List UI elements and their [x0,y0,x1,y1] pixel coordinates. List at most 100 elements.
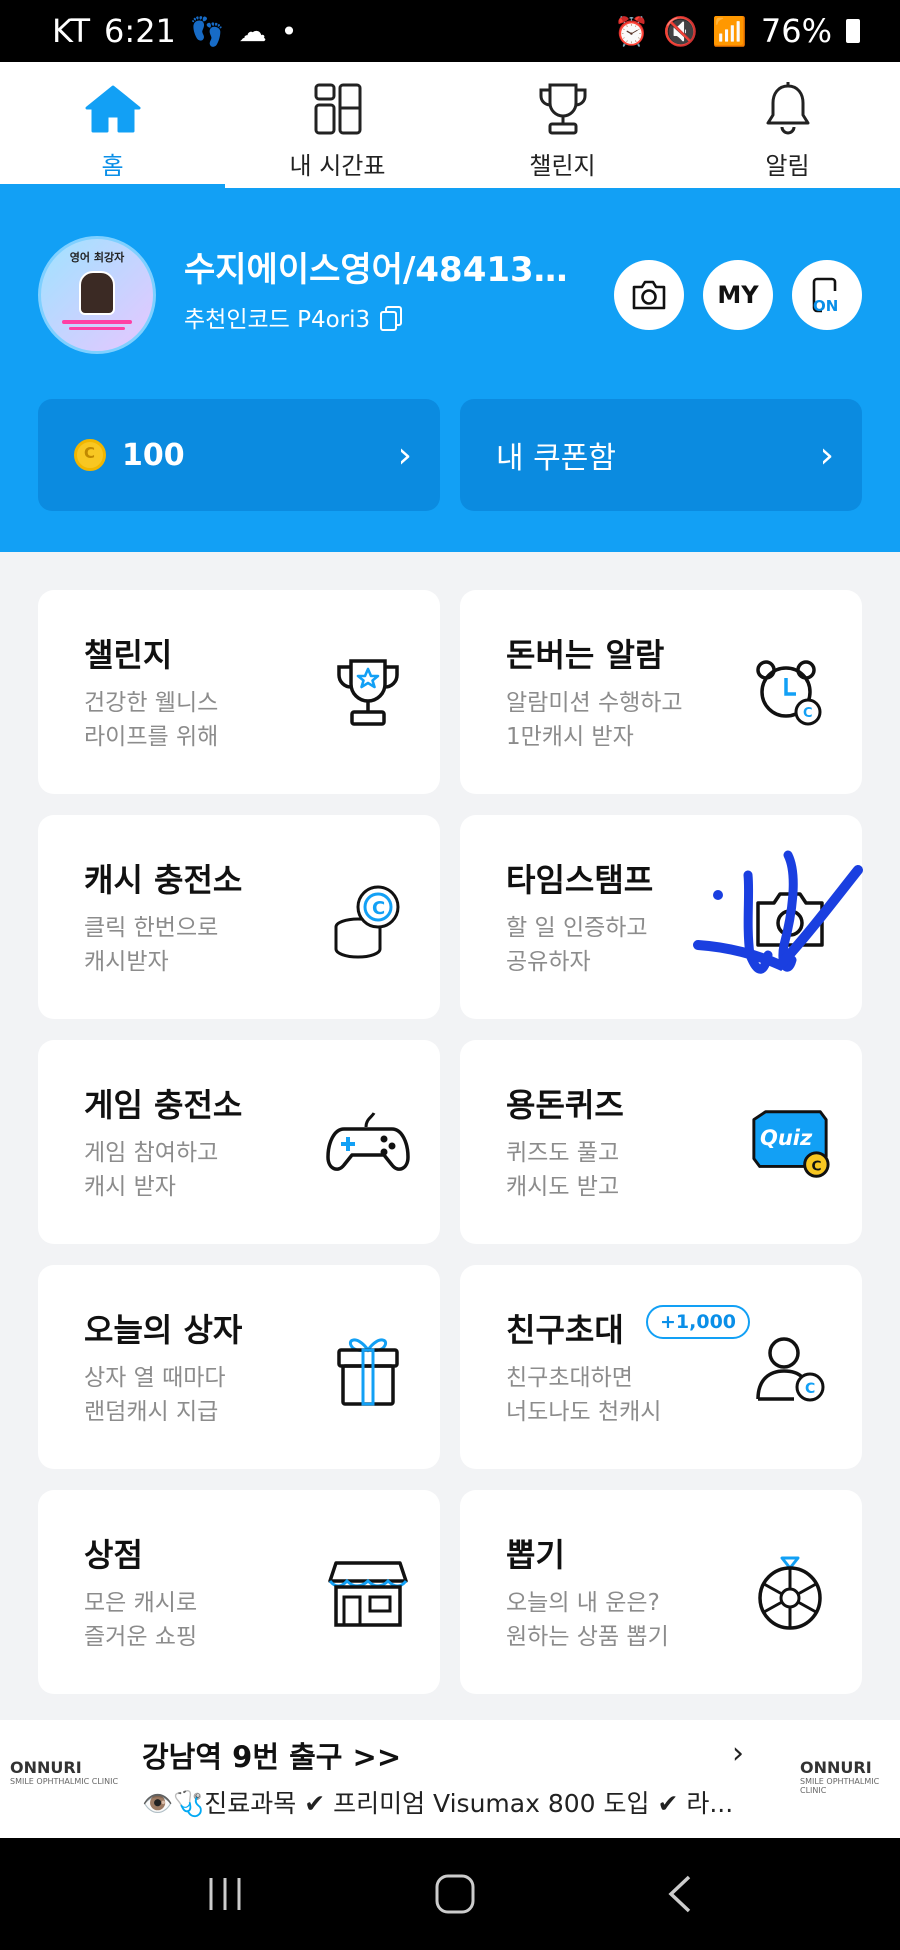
tab-label: 홈 [101,152,124,180]
card-desc: 클릭 한번으로캐시받자 [84,911,314,979]
timetable-icon [313,78,363,140]
tab-timetable[interactable]: 내 시간표 [225,62,450,188]
gift-box-icon [326,1327,410,1411]
mute-icon: 🔇 [663,14,698,48]
quiz-icon-text: Quiz [760,1126,813,1150]
card-title: 상점 [84,1536,143,1574]
card-daily-box[interactable]: 오늘의 상자 상자 열 때마다랜덤캐시 지급 [38,1265,440,1469]
tab-label: 알림 [765,152,810,180]
svg-text:C: C [811,1158,821,1174]
back-icon[interactable] [665,1874,695,1914]
chevron-right-icon: › [819,434,834,476]
card-allowance-quiz[interactable]: 용돈퀴즈 퀴즈도 풀고캐시도 받고 C Quiz [460,1040,862,1244]
card-invite-friend[interactable]: 친구초대 +1,000 친구초대하면 너도나도 천캐시 C [460,1265,862,1469]
tab-notifications[interactable]: 알림 [675,62,900,188]
ad-logo-text: ONNURI [800,1758,872,1777]
svg-text:C: C [803,706,813,721]
home-nav-icon[interactable] [434,1873,476,1915]
tab-home[interactable]: 홈 [0,62,225,188]
copy-icon[interactable] [380,306,403,331]
quiz-icon: C Quiz [748,1102,832,1186]
tab-label: 내 시간표 [289,152,386,180]
camera-button[interactable] [614,260,684,330]
card-title: 친구초대 [506,1311,624,1349]
card-desc-line: 캐시도 받고 [506,1174,620,1200]
ad-logo-subtext: SMILE OPHTHALMIC CLINIC [10,1777,119,1786]
card-desc: 모은 캐시로 즐거운 쇼핑 [84,1586,314,1654]
card-desc: 게임 참여하고캐시 받자 [84,1136,314,1204]
card-desc-line: 게임 참여하고 [84,1140,219,1166]
avatar-caption: 영어 최강자 [69,251,125,264]
card-desc-line: 오늘의 내 운은? [506,1590,660,1616]
invite-friend-icon: C [748,1327,832,1411]
card-desc-line: 캐시 받자 [84,1174,176,1200]
card-desc-line: 퀴즈도 풀고 [506,1140,620,1166]
my-button-label: MY [717,281,759,309]
card-desc-line: 1만캐시 받자 [506,724,634,750]
card-desc: 상자 열 때마다랜덤캐시 지급 [84,1361,314,1429]
top-tab-bar: 홈 내 시간표 챌린지 알림 [0,62,900,188]
clock-time: 6:21 [104,12,176,50]
ad-banner[interactable]: ONNURI SMILE OPHTHALMIC CLINIC 강남역 9번 출구… [0,1720,900,1838]
battery-level: 76% [760,12,832,50]
ad-logo-subtext: SMILE OPHTHALMIC CLINIC [800,1777,880,1795]
status-right: ⏰ 🔇 📶 76% [614,12,860,50]
tab-challenge[interactable]: 챌린지 [450,62,675,188]
system-navigation-bar [0,1838,900,1950]
dot-icon: • [280,14,298,48]
card-desc-line: 상자 열 때마다 [84,1365,226,1391]
ad-title: 강남역 9번 출구 >> [142,1740,402,1774]
avatar-decoration [69,327,125,330]
coin-stack-icon: C [326,877,410,961]
profile-header: 영어 최강자 수지에이스영어/484133… 추천인코드 P4ori3 MY O… [0,188,900,552]
ad-logo-left: ONNURI SMILE OPHTHALMIC CLINIC [10,1758,118,1786]
card-timestamp[interactable]: 타임스탬프 할 일 인증하고 공유하자 [460,815,863,1019]
status-bar: KT 6:21 👣 ☁ • ⏰ 🔇 📶 76% [0,0,900,62]
card-desc-line: 너도나도 천캐시 [506,1399,662,1425]
card-desc-line: 캐시받자 [84,949,169,975]
bell-icon [764,78,812,140]
card-desc-line: 라이프를 위해 [84,724,219,750]
card-lucky-draw[interactable]: 뽑기 오늘의 내 운은? 원하는 상품 뽑기 [460,1490,862,1694]
recent-apps-icon[interactable] [205,1876,245,1912]
card-desc: 알람미션 수행하고 1만캐시 받자 [506,686,736,754]
card-store[interactable]: 상점 모은 캐시로 즐거운 쇼핑 [38,1490,440,1694]
reward-badge: +1,000 [646,1305,751,1339]
card-desc: 건강한 웰니스 라이프를 위해 [84,686,314,754]
coupon-box-label: 내 쿠폰함 [496,441,616,476]
card-title: 타임스탬프 [506,861,654,899]
trophy-star-icon [326,652,410,736]
card-title: 게임 충전소 [84,1086,243,1124]
card-challenge[interactable]: 챌린지 건강한 웰니스 라이프를 위해 [38,590,440,794]
card-desc-line: 클릭 한번으로 [84,915,219,941]
referral-code: 추천인코드 P4ori3 [184,307,371,333]
card-game-station[interactable]: 게임 충전소 게임 참여하고캐시 받자 [38,1040,440,1244]
card-desc-line: 알람미션 수행하고 [506,690,683,716]
wifi-icon: 📶 [712,14,747,48]
my-button[interactable]: MY [703,260,773,330]
user-name: 수지에이스영어/484133… [184,250,584,290]
trophy-icon [536,78,590,140]
card-cash-station[interactable]: 캐시 충전소 클릭 한번으로 캐시받자 C [38,815,440,1019]
cash-balance: 100 [122,437,185,473]
card-title: 용돈퀴즈 [506,1086,624,1124]
card-title: 뽑기 [506,1536,565,1574]
card-desc-line: 랜덤캐시 지급 [84,1399,219,1425]
card-desc: 오늘의 내 운은? 원하는 상품 뽑기 [506,1586,736,1654]
card-desc-line: 모은 캐시로 [84,1590,198,1616]
lockscreen-toggle-button[interactable]: ON [792,260,862,330]
coupon-box-button[interactable]: 내 쿠폰함 › [460,399,862,511]
avatar[interactable]: 영어 최강자 [38,236,156,354]
alarm-clock-icon: C [748,652,832,736]
card-title: 돈버는 알람 [506,636,665,674]
handwritten-checkmark [693,850,863,974]
cash-balance-button[interactable]: 100 › [38,399,440,511]
ad-subtitle: 👁️🩺진료과목 ✔ 프리미엄 Visumax 800 도입 ✔ 라... [142,1789,734,1818]
carrier-label: KT [52,12,91,50]
ad-logo-right: ONNURI SMILE OPHTHALMIC CLINIC [800,1758,900,1795]
card-title: 오늘의 상자 [84,1311,243,1349]
card-money-alarm[interactable]: 돈버는 알람 알람미션 수행하고 1만캐시 받자 C [460,590,862,794]
steps-icon: 👣 [189,14,225,48]
svg-text:C: C [372,898,385,919]
alarm-status-icon: ⏰ [614,14,650,48]
